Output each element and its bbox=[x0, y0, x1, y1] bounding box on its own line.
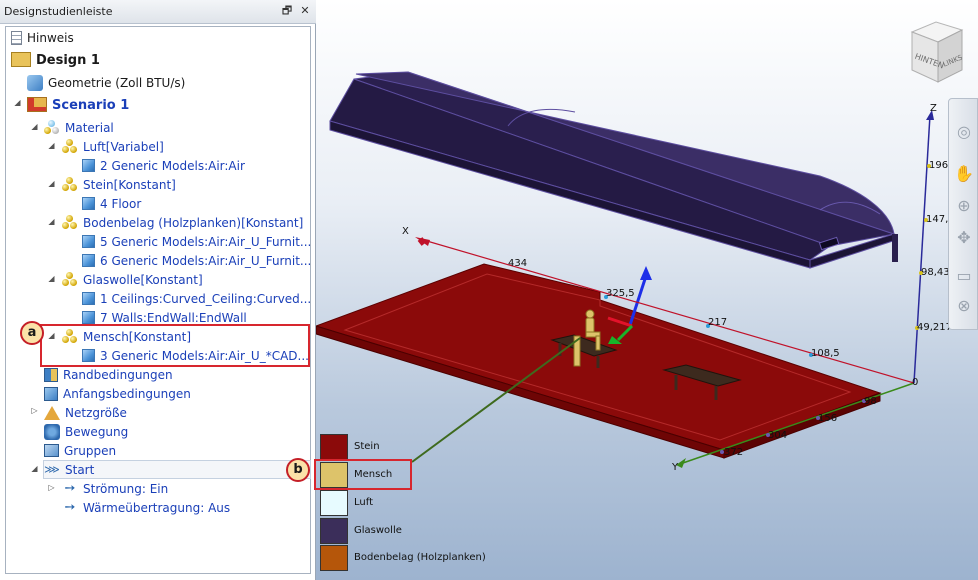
part-cube-icon bbox=[82, 197, 95, 210]
x-tick-label: 108,5 bbox=[811, 348, 840, 359]
tree-item-geometrie[interactable]: Geometrie (Zoll BTU/s) bbox=[27, 74, 185, 93]
collapse-arrow-icon[interactable]: ◢ bbox=[47, 179, 56, 188]
callout-b-highlight bbox=[314, 459, 412, 490]
tree-item-hinweis[interactable]: Hinweis bbox=[11, 29, 74, 48]
tree-item-part[interactable]: 2 Generic Models:Air:Air bbox=[82, 157, 245, 176]
y-tick-label: 372 bbox=[724, 447, 743, 458]
model-scene: Z Y X 0 196,869 147,652 98,4345 49,2173 … bbox=[316, 71, 970, 473]
tree-item-material-luft[interactable]: Luft[Variabel] bbox=[62, 138, 164, 157]
tree-item-waermeuebertragung[interactable]: ➙ Wärmeübertragung: Aus bbox=[62, 499, 231, 518]
view-fit-icon[interactable]: ▭ bbox=[953, 265, 975, 287]
panel-title: Designstudienleiste bbox=[4, 5, 113, 18]
collapse-arrow-icon[interactable]: ◢ bbox=[30, 122, 39, 131]
legend-swatch bbox=[320, 518, 348, 544]
tree-item-gruppen[interactable]: Gruppen bbox=[44, 442, 116, 461]
legend-swatch bbox=[320, 545, 348, 571]
origin-label: 0 bbox=[912, 377, 918, 388]
x-axis-label: X bbox=[402, 226, 409, 237]
material-icon bbox=[44, 119, 60, 136]
collapse-arrow-icon[interactable]: ◢ bbox=[13, 98, 22, 107]
legend-label: Luft bbox=[354, 497, 373, 508]
tree-item-part[interactable]: 6 Generic Models:Air:Air_U_Furnit... bbox=[82, 252, 311, 271]
tree-item-part[interactable]: 5 Generic Models:Air:Air_U_Furnit... bbox=[82, 233, 311, 252]
tree-item-scenario[interactable]: Scenario 1 bbox=[27, 96, 129, 115]
mesh-size-icon bbox=[44, 405, 60, 420]
expand-arrow-icon[interactable]: ▷ bbox=[47, 483, 56, 492]
y-axis-label: Y bbox=[671, 462, 679, 473]
x-tick-label: 434 bbox=[508, 258, 527, 269]
y-tick-label: 156 bbox=[818, 413, 837, 424]
tree-item-part[interactable]: 4 Floor bbox=[82, 195, 141, 214]
tree-item-design[interactable]: Design 1 bbox=[11, 51, 100, 70]
z-axis-label: Z bbox=[930, 103, 937, 114]
material-icon bbox=[62, 271, 78, 288]
pan-hand-icon[interactable]: ✋ bbox=[953, 163, 975, 185]
orbit-icon[interactable]: ✥ bbox=[953, 227, 975, 249]
legend-swatch bbox=[320, 434, 348, 460]
flow-arrow-icon: ➙ bbox=[64, 480, 76, 496]
part-cube-icon bbox=[82, 235, 95, 248]
groups-icon bbox=[44, 444, 59, 457]
legend-swatch bbox=[320, 490, 348, 516]
note-icon bbox=[11, 30, 22, 45]
tree-item-start[interactable]: ⋙ Start bbox=[43, 460, 311, 479]
tree-item-part[interactable]: 1 Ceilings:Curved_Ceiling:Curved... bbox=[82, 290, 311, 309]
tree-item-randbedingungen[interactable]: Randbedingungen bbox=[44, 366, 173, 385]
steering-wheel-icon[interactable]: ⊗ bbox=[953, 295, 975, 317]
motion-icon bbox=[44, 423, 60, 440]
tree-item-material-stein[interactable]: Stein[Konstant] bbox=[62, 176, 176, 195]
x-tick-label: 217 bbox=[708, 317, 727, 328]
zoom-icon[interactable]: ⊕ bbox=[953, 195, 975, 217]
restore-panel-button[interactable]: 🗗 bbox=[280, 4, 294, 18]
scenario-folder-icon bbox=[27, 97, 47, 112]
material-icon bbox=[62, 214, 78, 231]
solve-start-icon: ⋙ bbox=[44, 462, 60, 476]
collapse-arrow-icon[interactable]: ◢ bbox=[30, 464, 39, 473]
material-icon bbox=[62, 176, 78, 193]
part-cube-icon bbox=[82, 292, 95, 305]
expand-arrow-icon[interactable]: ▷ bbox=[30, 406, 39, 415]
heat-transfer-arrow-icon: ➙ bbox=[64, 499, 76, 515]
part-cube-icon bbox=[82, 159, 95, 172]
navigation-bar: ◎ ✋ ⊕ ✥ ▭ ⊗ bbox=[948, 98, 978, 330]
design-study-bar: Designstudienleiste 🗗 ✕ Hinweis Design 1… bbox=[0, 0, 316, 580]
panel-header: Designstudienleiste 🗗 ✕ bbox=[0, 0, 316, 24]
legend-label: Bodenbelag (Holzplanken) bbox=[354, 552, 486, 563]
legend-label: Stein bbox=[354, 441, 380, 452]
tree-item-material[interactable]: Material bbox=[44, 119, 114, 138]
part-cube-icon bbox=[82, 254, 95, 267]
collapse-arrow-icon[interactable]: ◢ bbox=[47, 274, 56, 283]
curved-ceiling bbox=[329, 71, 898, 269]
initial-conditions-icon bbox=[44, 386, 58, 401]
tree-item-anfangsbedingungen[interactable]: Anfangsbedingungen bbox=[44, 385, 191, 404]
orbit-wheel-icon[interactable]: ◎ bbox=[953, 121, 975, 143]
y-tick-label: 98 bbox=[864, 396, 877, 407]
3d-viewport[interactable]: Z Y X 0 196,869 147,652 98,4345 49,2173 … bbox=[316, 0, 978, 580]
tree-item-material-bodenbelag[interactable]: Bodenbelag (Holzplanken)[Konstant] bbox=[62, 214, 303, 233]
geometry-icon bbox=[27, 74, 43, 91]
view-cube[interactable]: HINTEN LINKS bbox=[906, 18, 966, 92]
close-panel-button[interactable]: ✕ bbox=[298, 4, 312, 18]
collapse-arrow-icon[interactable]: ◢ bbox=[47, 141, 56, 150]
x-tick-label: 325,5 bbox=[606, 288, 635, 299]
y-tick-label: 304 bbox=[768, 430, 787, 441]
collapse-arrow-icon[interactable]: ◢ bbox=[47, 217, 56, 226]
material-icon bbox=[62, 138, 78, 155]
part-cube-icon bbox=[82, 311, 95, 324]
boundary-conditions-icon bbox=[44, 367, 58, 382]
design-folder-icon bbox=[11, 52, 31, 67]
callout-a-badge: a bbox=[20, 321, 44, 345]
tree-item-stroemung[interactable]: ➙ Strömung: Ein bbox=[62, 480, 169, 499]
tree-item-material-glaswolle[interactable]: Glaswolle[Konstant] bbox=[62, 271, 203, 290]
legend-label: Glaswolle bbox=[354, 525, 402, 536]
tree-item-bewegung[interactable]: Bewegung bbox=[44, 423, 128, 442]
callout-a-highlight bbox=[40, 324, 310, 367]
callout-b-badge: b bbox=[286, 458, 310, 482]
tree-item-netzgroesse[interactable]: Netzgröße bbox=[44, 404, 127, 423]
